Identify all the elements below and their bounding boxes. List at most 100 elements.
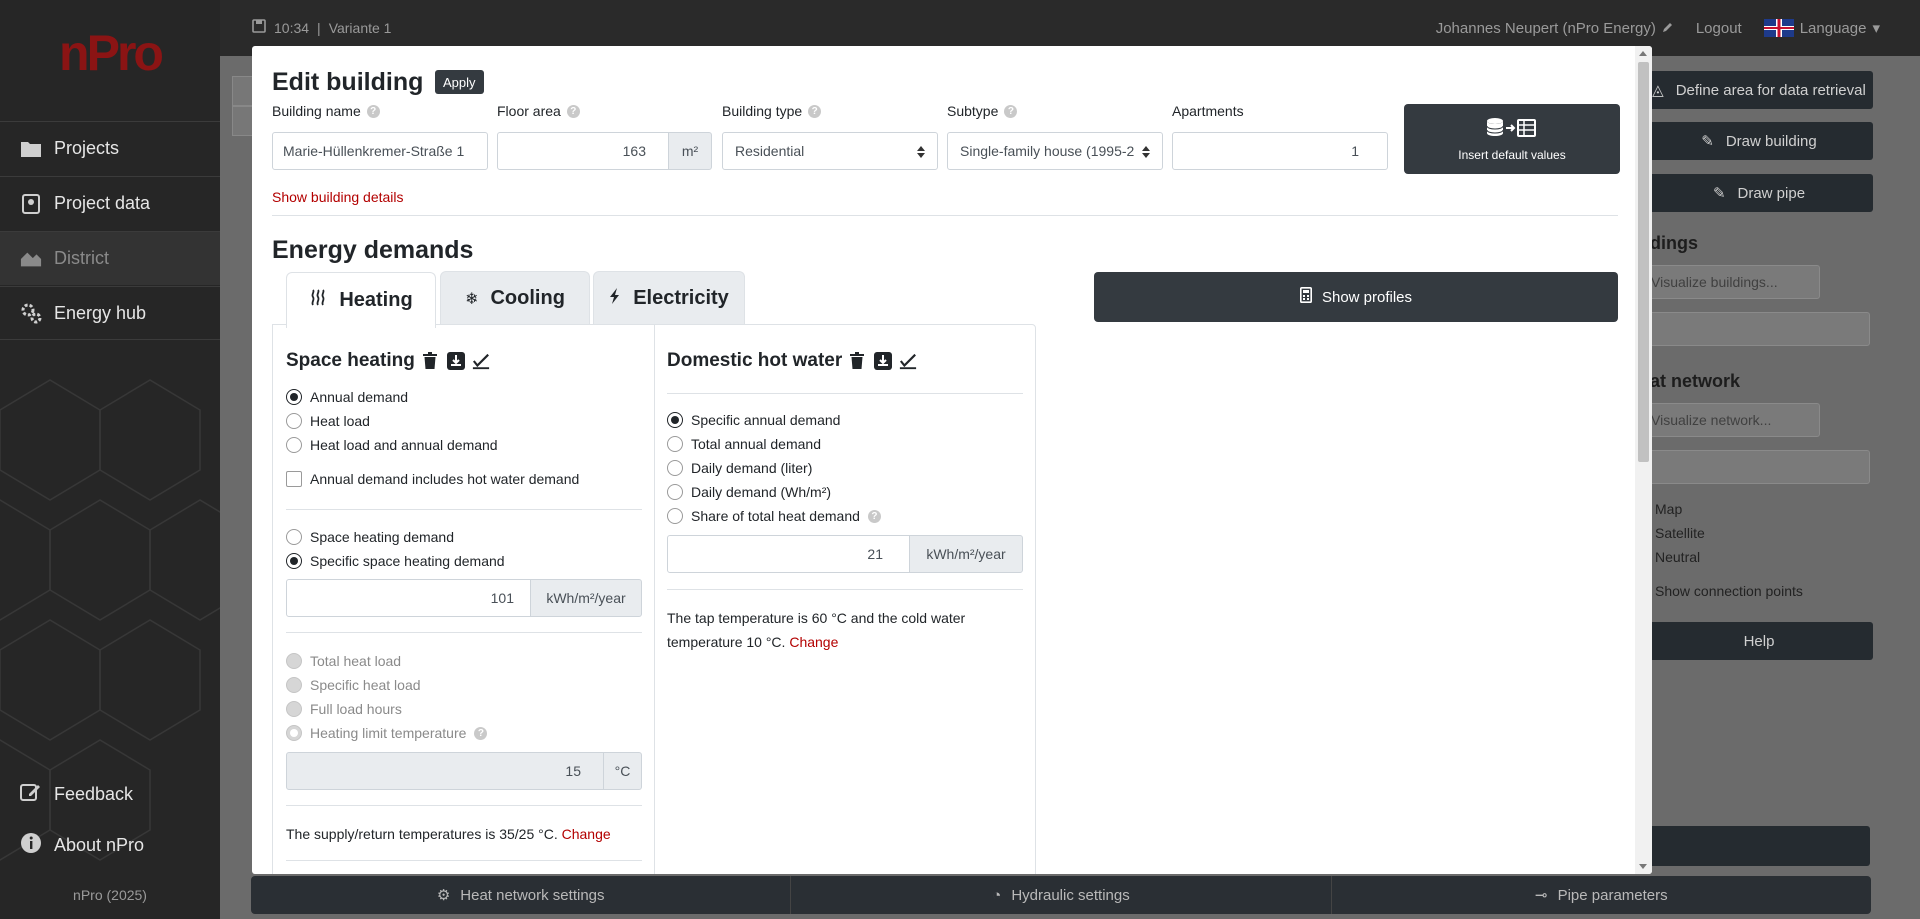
radio-full-load-hours[interactable]: Full load hours (286, 701, 402, 717)
user-name[interactable]: Johannes Neupert (nPro Energy) (1436, 20, 1674, 37)
variant-label[interactable]: Variante 1 (329, 20, 392, 36)
draw-pipe-button[interactable]: ✎ Draw pipe (1645, 174, 1873, 212)
variant-info: 10:34 | Variante 1 (252, 19, 391, 36)
dhw-value-input[interactable]: 21 (667, 535, 910, 573)
radio-share-total-heat[interactable]: Share of total heat demand ? (667, 508, 881, 524)
show-profiles-button[interactable]: Show profiles (1094, 272, 1618, 322)
visualize-network-select[interactable]: Visualize network... (1640, 403, 1820, 437)
network-sub-select[interactable] (1640, 450, 1870, 484)
tab-electricity[interactable]: Electricity (593, 271, 745, 325)
radio-daily-demand-wh[interactable]: Daily demand (Wh/m²) (667, 484, 831, 500)
save-icon[interactable] (252, 19, 266, 36)
logout-link[interactable]: Logout (1696, 20, 1742, 37)
import-icon[interactable] (446, 352, 465, 370)
pipe-parameters-button[interactable]: ⊸ Pipe parameters (1332, 876, 1871, 914)
radio-total-heat-load[interactable]: Total heat load (286, 653, 401, 669)
radio-specific-heat-load[interactable]: Specific heat load (286, 677, 421, 693)
nav-about[interactable]: About nPro (0, 832, 220, 859)
change-supply-return-link[interactable]: Change (562, 826, 611, 842)
radio-button[interactable] (286, 677, 302, 693)
hydraulic-settings-button[interactable]: ◔ Hydraulic settings (791, 876, 1332, 914)
trash-icon[interactable] (422, 352, 440, 370)
help-icon[interactable]: ? (566, 104, 580, 118)
apartments-input[interactable]: 1 (1172, 132, 1388, 170)
help-icon[interactable]: ? (474, 726, 488, 740)
radio-button[interactable] (286, 725, 302, 741)
radio-daily-demand-liter[interactable]: Daily demand (liter) (667, 460, 812, 476)
radio-button[interactable] (286, 413, 302, 429)
satellite-option[interactable]: Satellite (1655, 525, 1705, 541)
dhw-title: Domestic hot water (667, 350, 843, 371)
divider (272, 215, 1618, 216)
modal-scrollbar[interactable] (1635, 46, 1652, 874)
insert-default-values-button[interactable]: Insert default values (1404, 104, 1620, 174)
radio-button[interactable] (667, 412, 683, 428)
floor-area-input[interactable]: 163 (497, 132, 669, 170)
radio-label: Full load hours (310, 701, 402, 717)
radio-button[interactable] (286, 529, 302, 545)
heating-limit-temperature-input[interactable]: 15 (286, 752, 604, 790)
nav-energy-hub[interactable]: Energy hub (0, 286, 220, 340)
subtype-select[interactable]: Single-family house (1995-2 (947, 132, 1163, 170)
show-building-details-link[interactable]: Show building details (272, 189, 404, 205)
radio-button[interactable] (286, 437, 302, 453)
tab-cooling[interactable]: ❄ Cooling (440, 271, 590, 325)
nav-feedback[interactable]: Feedback (0, 782, 220, 807)
radio-specific-space-heating[interactable]: Specific space heating demand (286, 553, 505, 569)
language-dropdown[interactable]: Language ▾ (1763, 19, 1880, 37)
radio-button[interactable] (286, 553, 302, 569)
scroll-up-icon[interactable] (1639, 51, 1647, 56)
nav-district[interactable]: District (0, 231, 220, 285)
help-icon[interactable]: ? (366, 104, 380, 118)
heat-network-settings-button[interactable]: ⚙ Heat network settings (251, 876, 792, 914)
radio-heating-limit-temperature[interactable]: Heating limit temperature ? (286, 725, 488, 741)
app-logo[interactable]: nPro (0, 24, 220, 82)
houses-icon (20, 248, 42, 270)
connection-points-option[interactable]: Show connection points (1655, 583, 1803, 599)
nav-project-data[interactable]: Project data (0, 176, 220, 230)
building-name-input[interactable]: Marie-Hüllenkremer-Straße 1 (272, 132, 488, 170)
apply-check-icon[interactable] (472, 352, 490, 370)
help-icon[interactable]: ? (808, 104, 822, 118)
right-panel-action-button[interactable] (1645, 826, 1870, 866)
map-option[interactable]: Map (1655, 501, 1682, 517)
checkbox[interactable] (286, 471, 302, 487)
apply-check-icon[interactable] (899, 352, 917, 370)
radio-specific-annual-demand[interactable]: Specific annual demand (667, 412, 840, 428)
building-type-select[interactable]: Residential (722, 132, 938, 170)
change-tap-temperature-link[interactable]: Change (789, 634, 838, 650)
help-button[interactable]: Help (1645, 622, 1873, 660)
radio-button[interactable] (667, 508, 683, 524)
radio-button[interactable] (667, 436, 683, 452)
building-name-label-text: Building name (272, 103, 361, 119)
help-icon[interactable]: ? (1004, 104, 1018, 118)
help-icon[interactable]: ? (867, 509, 881, 523)
apply-button[interactable]: Apply (435, 70, 484, 94)
checkbox-includes-hot-water[interactable]: Annual demand includes hot water demand (286, 471, 579, 487)
neutral-option[interactable]: Neutral (1655, 549, 1700, 565)
radio-button[interactable] (667, 484, 683, 500)
radio-button[interactable] (286, 653, 302, 669)
tab-heating[interactable]: Heating (286, 272, 436, 328)
trash-icon[interactable] (849, 352, 867, 370)
divider (286, 632, 642, 633)
buildings-sub-select[interactable] (1640, 312, 1870, 346)
nav-projects[interactable]: Projects (0, 121, 220, 175)
scroll-down-icon[interactable] (1639, 864, 1647, 869)
radio-heat-load[interactable]: Heat load (286, 413, 370, 429)
draw-building-button[interactable]: ✎ Draw building (1645, 122, 1873, 160)
radio-total-annual-demand[interactable]: Total annual demand (667, 436, 821, 452)
radio-annual-demand[interactable]: Annual demand (286, 389, 408, 405)
building-type-label-text: Building type (722, 103, 803, 119)
radio-button[interactable] (286, 389, 302, 405)
radio-button[interactable] (667, 460, 683, 476)
radio-button[interactable] (286, 701, 302, 717)
tab-electricity-label: Electricity (633, 287, 729, 309)
import-icon[interactable] (874, 352, 893, 370)
define-area-button[interactable]: ◬ Define area for data retrieval (1645, 71, 1873, 109)
radio-heat-load-annual[interactable]: Heat load and annual demand (286, 437, 498, 453)
visualize-buildings-select[interactable]: Visualize buildings... (1640, 265, 1820, 299)
specific-space-heating-input[interactable]: 101 (286, 579, 531, 617)
scroll-thumb[interactable] (1638, 62, 1649, 462)
radio-space-heating-demand[interactable]: Space heating demand (286, 529, 454, 545)
